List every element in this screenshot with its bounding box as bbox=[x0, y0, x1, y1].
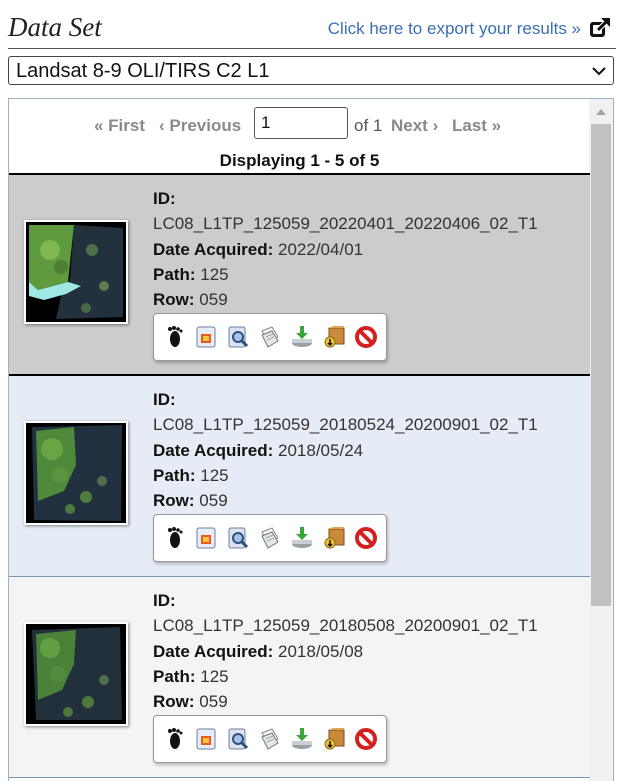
path-value: 125 bbox=[200, 465, 229, 485]
export-results-link[interactable]: Click here to export your results » bbox=[328, 19, 581, 39]
scene-image bbox=[26, 222, 126, 322]
compare-icon[interactable] bbox=[258, 325, 282, 349]
entity-id: LC08_L1TP_125059_20180508_20200901_02_T1 bbox=[153, 616, 538, 636]
order-icon[interactable] bbox=[322, 526, 346, 550]
overlay-icon[interactable] bbox=[194, 526, 218, 550]
date-acquired-value: 2022/04/01 bbox=[278, 239, 364, 259]
download-icon[interactable] bbox=[290, 325, 314, 349]
browse-thumbnail[interactable] bbox=[24, 220, 128, 324]
scene-image bbox=[26, 423, 126, 523]
result-row[interactable]: ID: LC08_L1TP_125059_20180524_20200901_0… bbox=[9, 376, 590, 577]
scene-image bbox=[26, 624, 126, 724]
date-acquired-value: 2018/05/24 bbox=[278, 440, 364, 460]
result-row[interactable]: ID: LC08_L1TP_125059_20220401_20220406_0… bbox=[9, 173, 590, 376]
order-icon[interactable] bbox=[322, 325, 346, 349]
last-page-link[interactable]: Last » bbox=[452, 116, 501, 136]
row-label: Row: bbox=[153, 290, 195, 310]
id-label: ID: bbox=[153, 390, 176, 409]
result-actions-toolbar bbox=[153, 514, 387, 562]
id-label: ID: bbox=[153, 189, 176, 208]
row-label: Row: bbox=[153, 491, 195, 511]
page-number-input[interactable] bbox=[254, 107, 348, 139]
scrollbar-thumb[interactable] bbox=[591, 124, 611, 606]
dataset-select[interactable]: Landsat 8-9 OLI/TIRS C2 L1 bbox=[8, 56, 614, 85]
date-acquired-label: Date Acquired: bbox=[153, 440, 274, 460]
id-label: ID: bbox=[153, 591, 176, 610]
row-value: 059 bbox=[199, 692, 228, 712]
scroll-up-arrow-icon[interactable] bbox=[596, 108, 606, 116]
exclude-icon[interactable] bbox=[354, 526, 378, 550]
result-actions-toolbar bbox=[153, 715, 387, 763]
entity-id: LC08_L1TP_125059_20180524_20200901_02_T1 bbox=[153, 415, 538, 435]
date-acquired-value: 2018/05/08 bbox=[278, 641, 364, 661]
path-label: Path: bbox=[153, 264, 196, 284]
previous-page-link[interactable]: ‹ Previous bbox=[159, 116, 241, 136]
compare-icon[interactable] bbox=[258, 727, 282, 751]
row-value: 059 bbox=[199, 491, 228, 511]
exclude-icon[interactable] bbox=[354, 325, 378, 349]
result-details: ID: LC08_L1TP_125059_20180508_20200901_0… bbox=[153, 588, 538, 714]
browse-thumbnail[interactable] bbox=[24, 622, 128, 726]
path-value: 125 bbox=[200, 264, 229, 284]
footprint-icon[interactable] bbox=[162, 727, 186, 751]
results-panel: « First ‹ Previous of 1 Next › Last » Di… bbox=[8, 98, 614, 781]
first-page-link[interactable]: « First bbox=[94, 116, 145, 136]
results-scrollbar[interactable] bbox=[589, 99, 613, 781]
show-metadata-icon[interactable] bbox=[226, 325, 250, 349]
result-details: ID: LC08_L1TP_125059_20220401_20220406_0… bbox=[153, 186, 538, 312]
pagination-bar: « First ‹ Previous of 1 Next › Last » Di… bbox=[9, 99, 590, 174]
path-value: 125 bbox=[200, 666, 229, 686]
displaying-count: Displaying 1 - 5 of 5 bbox=[219, 151, 380, 170]
row-label: Row: bbox=[153, 692, 195, 712]
page-count-label: of 1 bbox=[354, 116, 383, 135]
dataset-select-value: Landsat 8-9 OLI/TIRS C2 L1 bbox=[16, 60, 270, 82]
chevron-down-icon bbox=[592, 67, 606, 76]
path-label: Path: bbox=[153, 465, 196, 485]
overlay-icon[interactable] bbox=[194, 325, 218, 349]
entity-id: LC08_L1TP_125059_20220401_20220406_02_T1 bbox=[153, 214, 538, 234]
show-metadata-icon[interactable] bbox=[226, 526, 250, 550]
results-list: ID: LC08_L1TP_125059_20220401_20220406_0… bbox=[9, 173, 590, 778]
overlay-icon[interactable] bbox=[194, 727, 218, 751]
show-metadata-icon[interactable] bbox=[226, 727, 250, 751]
download-icon[interactable] bbox=[290, 727, 314, 751]
external-link-icon[interactable] bbox=[588, 16, 612, 40]
row-value: 059 bbox=[199, 290, 228, 310]
next-page-link[interactable]: Next › bbox=[391, 116, 438, 136]
order-icon[interactable] bbox=[322, 727, 346, 751]
data-set-header: Data Set Click here to export your resul… bbox=[0, 0, 622, 48]
footprint-icon[interactable] bbox=[162, 526, 186, 550]
result-row[interactable]: ID: LC08_L1TP_125059_20180508_20200901_0… bbox=[9, 577, 590, 778]
date-acquired-label: Date Acquired: bbox=[153, 641, 274, 661]
download-icon[interactable] bbox=[290, 526, 314, 550]
footprint-icon[interactable] bbox=[162, 325, 186, 349]
path-label: Path: bbox=[153, 666, 196, 686]
result-details: ID: LC08_L1TP_125059_20180524_20200901_0… bbox=[153, 387, 538, 513]
browse-thumbnail[interactable] bbox=[24, 421, 128, 525]
result-actions-toolbar bbox=[153, 313, 387, 361]
date-acquired-label: Date Acquired: bbox=[153, 239, 274, 259]
exclude-icon[interactable] bbox=[354, 727, 378, 751]
compare-icon[interactable] bbox=[258, 526, 282, 550]
header-divider bbox=[8, 48, 616, 49]
data-set-title: Data Set bbox=[8, 12, 102, 42]
